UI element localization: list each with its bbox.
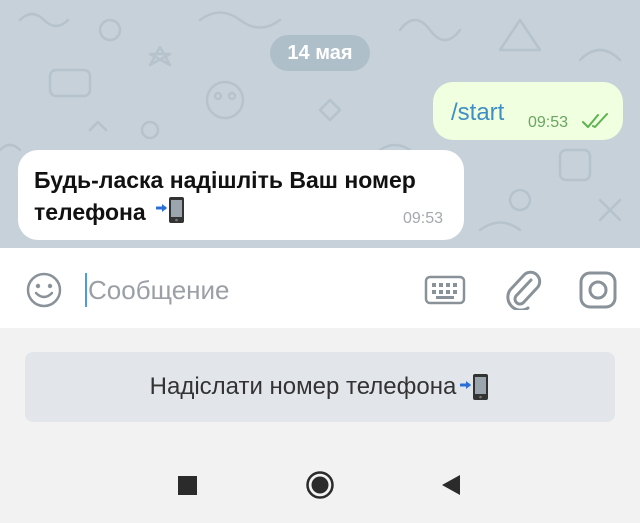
- attach-paperclip-icon[interactable]: [503, 268, 543, 310]
- chat-area: 14 мая /start 09:53 Будь-ласка надішліть…: [0, 0, 640, 248]
- incoming-message-text: Будь-ласка надішліть Ваш номер телефона: [34, 167, 416, 225]
- home-circle-icon[interactable]: [305, 470, 335, 500]
- recents-square-icon[interactable]: [178, 476, 197, 495]
- outgoing-message-text[interactable]: /start: [451, 99, 504, 127]
- message-input[interactable]: [88, 270, 388, 310]
- emoji-smile-icon[interactable]: [26, 272, 62, 308]
- date-badge: 14 мая: [270, 35, 370, 71]
- send-phone-number-button[interactable]: Надіслати номер телефона: [25, 352, 615, 422]
- incoming-message-text-block: Будь-ласка надішліть Ваш номер телефона: [34, 165, 454, 228]
- text-cursor: [85, 273, 87, 307]
- camera-icon[interactable]: [578, 270, 618, 310]
- send-phone-number-label: Надіслати номер телефона: [149, 373, 457, 400]
- mobile-phone-arrow-icon: [156, 197, 185, 223]
- incoming-message[interactable]: Будь-ласка надішліть Ваш номер телефона …: [18, 150, 464, 240]
- back-triangle-icon[interactable]: [440, 474, 462, 496]
- double-check-icon: [582, 113, 608, 128]
- keyboard-icon[interactable]: [424, 274, 466, 306]
- outgoing-message[interactable]: /start 09:53: [433, 82, 623, 140]
- mobile-phone-arrow-icon: [460, 374, 489, 400]
- outgoing-message-time: 09:53: [528, 114, 569, 131]
- incoming-message-time: 09:53: [403, 210, 444, 227]
